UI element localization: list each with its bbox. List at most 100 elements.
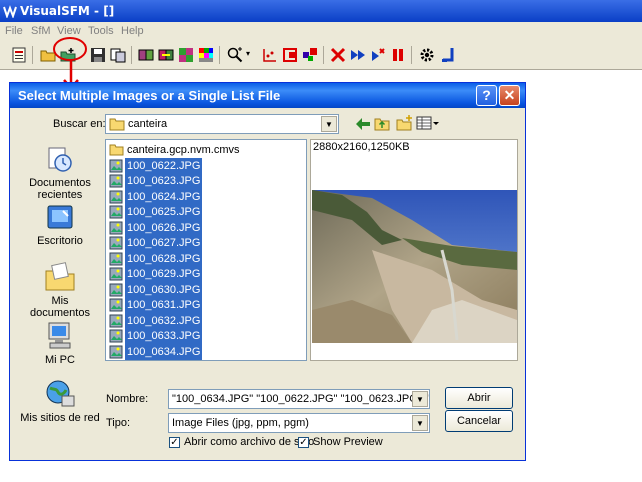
my-documents-icon [45,262,75,291]
compute-matches-icon[interactable] [158,47,174,63]
file-name: canteira.gcp.nvm.cmvs [127,144,240,156]
filetype-value: Image Files (jpg, ppm, pgm) [172,417,309,429]
menu-file[interactable]: File [5,25,23,37]
show-preview-checkbox[interactable]: ✓ [298,437,309,448]
file-name: 100_0626.JPG [125,219,203,236]
place-recent-documents[interactable]: Documentos recientes [20,145,100,201]
filename-value: "100_0634.JPG" "100_0622.JPG" "100_0623.… [172,393,430,405]
menu-sfm[interactable]: SfM [31,25,51,37]
cross-arrows-icon[interactable] [330,47,346,63]
image-file-icon [109,174,123,188]
zoom-in-icon[interactable] [227,47,243,63]
zoom-dropdown-arrow-icon[interactable]: ▾ [246,49,250,58]
folder-icon [109,118,125,131]
file-name: 100_0632.JPG [125,312,203,329]
folder-icon [109,144,124,156]
preview-image [312,190,517,343]
image-file-icon [109,159,123,172]
look-in-label: Buscar en: [53,118,106,130]
dialog-title: Select Multiple Images or a Single List … [18,88,281,103]
filetype-combo[interactable]: Image Files (jpg, ppm, pgm) ▼ [168,413,430,433]
app-title-bar: VisualSFM - [] [0,0,642,22]
file-name: 100_0628.JPG [125,250,203,267]
dense-reconstruction-icon[interactable] [370,47,386,63]
close-icon: ✕ [503,87,516,103]
file-name: 100_0625.JPG [125,204,203,220]
image-file-icon [109,221,123,234]
place-label: Mi PC [45,354,75,366]
log-window-icon[interactable] [11,47,27,63]
place-label: Documentos recientes [29,177,91,201]
file-list[interactable]: canteira.gcp.nvm.cmvs 100_0622.JPG 100_062… [105,139,307,361]
file-name: 100_0627.JPG [125,235,203,251]
place-desktop[interactable]: Escritorio [20,203,100,247]
file-name: 100_0631.JPG [125,297,203,313]
readonly-label: Abrir como archivo de sólo [184,436,315,448]
file-name: 100_0630.JPG [125,281,203,298]
menu-bar: File SfM View Tools Help [0,22,642,40]
save-icon[interactable] [90,47,106,63]
match-grid-icon[interactable] [178,47,194,63]
scatter-plot-icon[interactable] [262,47,278,63]
sparse-reconstruction-icon[interactable] [302,47,318,63]
image-file-icon [109,283,123,296]
up-folder-icon[interactable] [374,116,390,131]
pair-images-icon[interactable] [138,47,154,63]
file-name: 100_0622.JPG [125,157,203,174]
filename-combo[interactable]: "100_0634.JPG" "100_0622.JPG" "100_0623.… [168,389,430,409]
new-folder-icon[interactable] [396,115,413,131]
menu-tools[interactable]: Tools [88,25,114,37]
image-file-icon [109,236,123,250]
image-file-icon [109,205,123,219]
look-in-combo[interactable]: canteira ▼ [105,114,339,134]
my-computer-icon [48,322,71,349]
image-file-icon [109,267,123,281]
filetype-label: Tipo: [106,417,131,429]
view-menu-icon[interactable] [416,116,440,130]
file-name: 100_0633.JPG [125,328,203,344]
place-label: Mis sitios de red [20,412,100,424]
image-preview-panel: 2880x2160,1250KB [310,139,518,361]
file-name: 100_0634.JPG [125,343,203,360]
show-preview-label: Show Preview [313,436,383,448]
image-file-icon [109,190,123,203]
filename-label: Nombre: [106,393,149,405]
place-my-documents[interactable]: Mis documentos [20,261,100,319]
readonly-checkbox[interactable]: ✓ [169,437,180,448]
settings-gear-icon[interactable] [419,47,435,63]
app-title: VisualSFM - [] [20,4,115,18]
place-label: Escritorio [37,235,83,247]
visualsfm-logo-icon [3,5,17,18]
back-arrow-icon[interactable] [355,117,371,131]
dropdown-arrow-icon[interactable]: ▼ [412,415,428,431]
place-network[interactable]: Mis sitios de red [20,378,100,424]
check-mark-icon: ✓ [170,437,179,448]
dropdown-arrow-icon[interactable]: ▼ [321,116,337,132]
color-grid-icon[interactable] [198,47,214,63]
exit-icon[interactable] [440,47,456,63]
network-globe-icon [46,380,75,407]
menu-help[interactable]: Help [121,25,144,37]
file-name: 100_0629.JPG [125,266,203,282]
image-file-icon [109,314,123,327]
pause-icon[interactable] [390,47,406,63]
place-label: Mis documentos [30,295,90,319]
file-name: 100_0624.JPG [125,188,203,205]
close-button[interactable]: ✕ [499,85,520,106]
check-mark-icon: ✓ [299,437,308,448]
image-file-icon [109,298,123,312]
fast-forward-icon[interactable] [350,47,366,63]
toolbar: ▾ [0,40,642,70]
recent-documents-icon [48,147,72,172]
desktop-icon [47,205,73,229]
look-in-value: canteira [128,118,168,130]
image-file-icon [109,329,123,343]
reconstruction-icon[interactable] [282,47,298,63]
help-button[interactable]: ? [476,85,497,106]
open-button[interactable]: Abrir [445,387,513,409]
dropdown-arrow-icon[interactable]: ▼ [412,391,428,407]
copy-icon[interactable] [110,47,126,63]
cancel-button[interactable]: Cancelar [445,410,513,432]
place-my-computer[interactable]: Mi PC [20,320,100,366]
question-icon: ? [482,87,491,103]
